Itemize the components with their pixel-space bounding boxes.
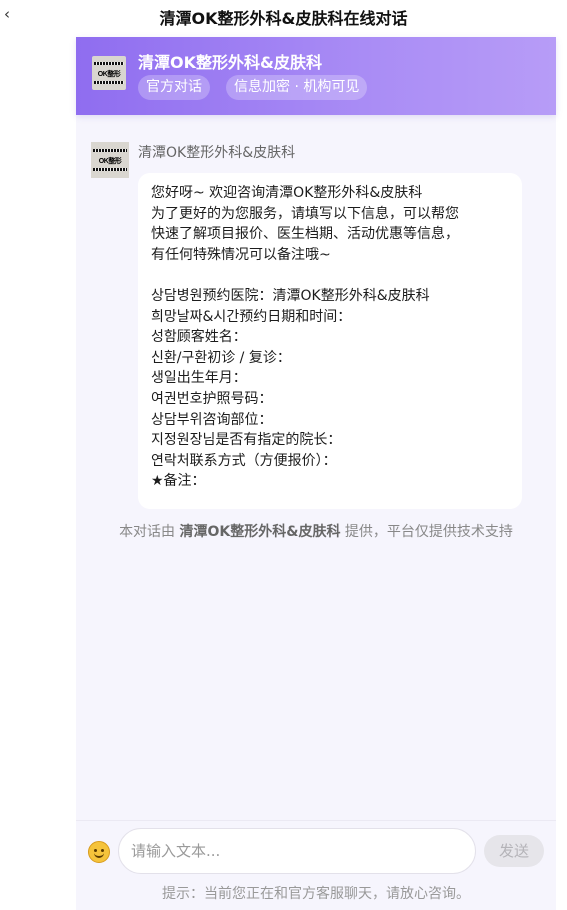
logo-stripe	[94, 81, 124, 84]
message-line: 快速了解项目报价、医生档期、活动优惠等信息，	[151, 226, 459, 243]
avatar-logo-text: OK整形	[98, 158, 122, 165]
message-line: 성함顾客姓名：	[151, 329, 247, 346]
message-line: 为了更好的为您服务，请填写以下信息，可以帮您	[151, 205, 459, 222]
message-line: 상담병원预约医院：清潭OK整形外科&皮肤科	[151, 287, 430, 304]
avatar: OK整形	[91, 142, 129, 178]
top-bar: ‹ 清潭OK整形外科&皮肤科在线对话	[0, 0, 567, 34]
message-line: 여권번호护照号码：	[151, 390, 273, 407]
send-button[interactable]: 发送	[484, 835, 544, 867]
official-chat-badge: 官方对话	[138, 75, 210, 100]
message-bubble: 您好呀~ 欢迎咨询清潭OK整形外科&皮肤科 为了更好的为您服务，请填写以下信息，…	[138, 173, 522, 509]
message-line: 상담부위咨询部位：	[151, 411, 273, 428]
provider-note-prefix: 本对话由	[119, 524, 180, 540]
input-bar: 发送 提示：当前您正在和官方客服聊天，请放心咨询。	[76, 820, 556, 910]
clinic-header: OK整形 清潭OK整形外科&皮肤科 官方对话 信息加密 · 机构可见	[76, 37, 556, 115]
logo-text: OK整形	[97, 71, 121, 78]
provider-note-suffix: 提供，平台仅提供技术支持	[340, 524, 513, 540]
provider-note-org: 清潭OK整形外科&皮肤科	[179, 524, 341, 540]
message-line: 지정원장님是否有指定的院长：	[151, 432, 342, 449]
logo-stripe	[93, 168, 127, 171]
message-line: ★备注：	[151, 473, 206, 490]
page-title: 清潭OK整形外科&皮肤科在线对话	[159, 9, 408, 28]
message-input[interactable]	[118, 828, 476, 874]
message-line: 연락처联系方式（方便报价）：	[151, 452, 337, 469]
encryption-badge: 信息加密 · 机构可见	[226, 75, 368, 100]
chat-panel: OK整形 清潭OK整形外科&皮肤科 官方对话 信息加密 · 机构可见 OK整形 …	[76, 37, 556, 910]
message-line: 有任何特殊情况可以备注哦~	[151, 246, 331, 263]
message-sender: 清潭OK整形外科&皮肤科	[138, 145, 296, 161]
provider-note: 本对话由 清潭OK整形外科&皮肤科 提供，平台仅提供技术支持	[96, 521, 536, 543]
logo-stripe	[93, 149, 127, 152]
message-line: 신환/구환初诊 / 复诊：	[151, 349, 291, 366]
smiley-face-icon[interactable]	[88, 841, 110, 863]
safety-hint: 提示：当前您正在和官方客服聊天，请放心咨询。	[162, 886, 470, 902]
clinic-name: 清潭OK整形外科&皮肤科	[138, 53, 322, 72]
message-line: 您好呀~ 欢迎咨询清潭OK整形外科&皮肤科	[151, 185, 423, 201]
emoji-mouth	[94, 852, 104, 858]
message-line: 생일出生年月：	[151, 370, 247, 387]
message-line: 희망날짜&시간预约日期和时间：	[151, 308, 352, 325]
logo-stripe	[94, 62, 124, 65]
clinic-logo: OK整形	[92, 56, 126, 90]
